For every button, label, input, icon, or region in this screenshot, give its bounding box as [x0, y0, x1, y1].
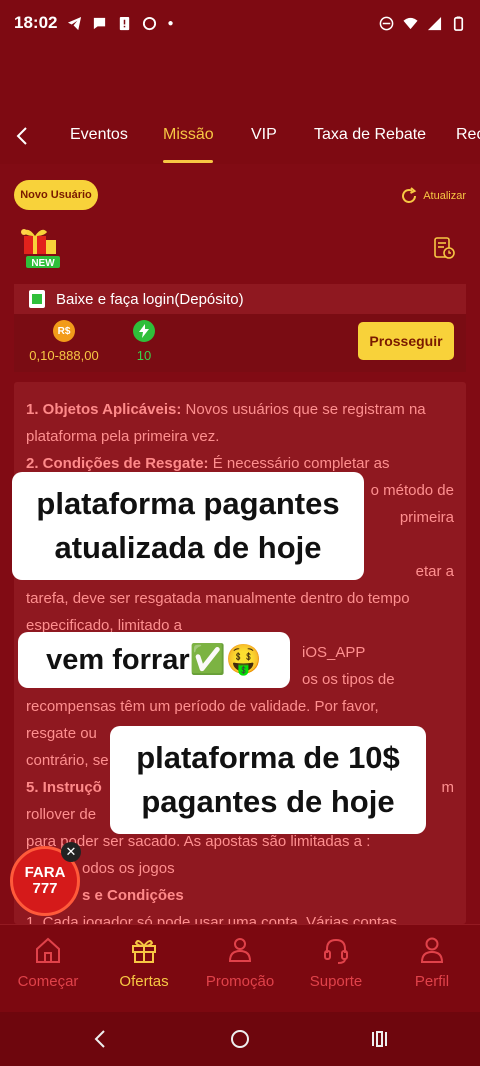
reward-exp: 10: [122, 314, 166, 363]
rule-6-title: s e Condições: [82, 887, 184, 904]
dot-icon: ●: [167, 17, 174, 29]
active-tab-indicator: [163, 160, 213, 163]
nav-ofertas[interactable]: Ofertas: [96, 935, 192, 990]
rule-1: 1. Objetos Aplicáveis: Novos usuários qu…: [26, 401, 426, 445]
status-bar: 18:02 ●: [0, 0, 480, 46]
tab-taxa-de-rebate[interactable]: Taxa de Rebate: [314, 126, 426, 144]
reward-exp-value: 10: [136, 348, 152, 363]
tab-vip[interactable]: VIP: [251, 126, 277, 144]
cash-coin-icon: R$: [53, 320, 75, 342]
gift-new-label: NEW: [31, 258, 55, 269]
wifi-icon: [403, 17, 418, 29]
chat-icon: [94, 17, 106, 29]
tab-eventos[interactable]: Eventos: [70, 126, 128, 144]
gift-icon: [132, 940, 156, 963]
task-header: Baixe e faça login(Depósito): [14, 284, 466, 314]
nav-perfil[interactable]: Perfil: [384, 935, 480, 990]
app-icon: [143, 16, 157, 30]
signal-icon: [427, 16, 442, 30]
rule-3-line: tarefa, deve ser resgatada manualmente d…: [26, 590, 410, 607]
proceed-button[interactable]: Prosseguir: [358, 322, 454, 360]
new-gift-icon: NEW: [21, 229, 60, 269]
refresh-button[interactable]: Atualizar: [399, 186, 466, 206]
refresh-icon: [402, 187, 417, 203]
system-recents-icon[interactable]: [368, 1028, 390, 1050]
task-title: Baixe e faça login(Depósito): [56, 290, 244, 308]
rule-6-line: 1. Cada jogador só pode usar uma conta. …: [26, 914, 398, 924]
tab-rec[interactable]: Rec: [456, 126, 480, 144]
rule-4-line: recompensas têm um período de validade. …: [26, 698, 379, 715]
reward-cash-value: 0,10-888,00: [29, 348, 99, 363]
rule-5-line-3: odos os jogos: [82, 860, 175, 877]
people-icon: [228, 938, 252, 962]
promo-line-1: FARA: [24, 864, 66, 881]
dnd-icon: [379, 16, 394, 30]
tab-bar: Eventos Missão VIP Taxa de Rebate Rec: [0, 110, 480, 164]
headset-icon: [324, 938, 348, 964]
person-icon: [420, 937, 444, 963]
nav-comecar[interactable]: Começar: [0, 935, 96, 990]
promo-line-2: 777: [32, 880, 58, 897]
reward-cash: R$ 0,10-888,00: [26, 314, 102, 363]
nav-promocao[interactable]: Promoção: [192, 935, 288, 990]
system-back-icon[interactable]: [90, 1028, 112, 1050]
tab-missao[interactable]: Missão: [163, 126, 214, 144]
download-app-icon: [29, 290, 45, 308]
new-user-badge[interactable]: Novo Usuário: [14, 180, 98, 210]
system-home-icon[interactable]: [229, 1028, 251, 1050]
rules-document-icon[interactable]: [432, 236, 456, 260]
close-icon[interactable]: ✕: [61, 842, 81, 862]
battery-icon: [453, 15, 464, 31]
alert-icon: [120, 16, 130, 30]
overlay-caption-3: plataforma de 10$ pagantes de hoje: [110, 726, 426, 834]
nav-suporte[interactable]: Suporte: [288, 935, 384, 990]
lightning-icon: [133, 320, 155, 342]
overlay-caption-1: plataforma pagantes atualizada de hoje: [12, 472, 364, 580]
back-arrow-icon[interactable]: [12, 124, 34, 148]
overlay-caption-2: vem forrar✅🤑: [18, 632, 290, 688]
system-nav-bar: [0, 1012, 480, 1066]
status-time: 18:02: [14, 13, 58, 32]
telegram-icon: [68, 16, 82, 30]
home-icon: [36, 937, 60, 963]
refresh-label: Atualizar: [423, 190, 466, 202]
bottom-nav: Começar Ofertas Promoção Suporte Perfil: [0, 924, 480, 1012]
